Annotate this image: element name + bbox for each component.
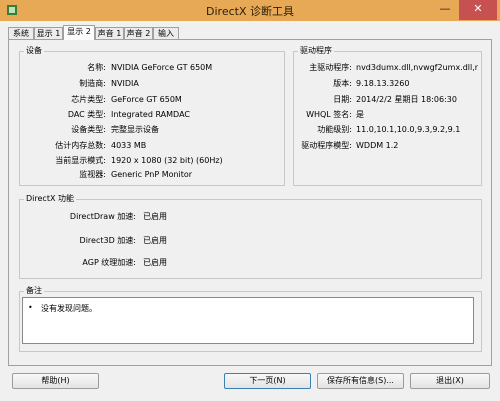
exit-button[interactable]: 退出(X) [410, 373, 490, 389]
tab-display-1[interactable]: 显示 1 [34, 27, 63, 39]
manufacturer-value: NVIDIA [111, 79, 139, 88]
notes-text-area[interactable]: • 没有发现问题。 [22, 297, 474, 344]
device-type-value: 完整显示设备 [111, 125, 159, 134]
chip-type-label: 芯片类型: [71, 95, 106, 104]
monitor-value: Generic PnP Monitor [111, 170, 193, 179]
memory-value: 4033 MB [111, 141, 147, 150]
device-name-label: 名称: [87, 63, 106, 72]
note-bullet: • [28, 303, 33, 312]
feature-level-value: 11.0,10.1,10.0,9.3,9.2,9.1 [356, 125, 461, 134]
monitor-label: 监视器: [79, 170, 106, 179]
notes-group-title: 备注 [24, 285, 44, 296]
window-title: DirectX 诊断工具 [206, 5, 294, 18]
driver-model-label: 驱动程序模型: [301, 141, 352, 150]
whql-value: 是 [356, 110, 364, 119]
direct3d-value: 已启用 [143, 236, 167, 245]
tab-sound-2[interactable]: 声音 2 [124, 27, 153, 39]
tab-display-2[interactable]: 显示 2 [63, 25, 95, 40]
manufacturer-label: 制造商: [79, 79, 106, 88]
tab-input[interactable]: 输入 [153, 27, 179, 39]
title-bar: DirectX 诊断工具 — ✕ [0, 0, 500, 21]
device-group-title: 设备 [24, 45, 44, 56]
close-button[interactable]: ✕ [459, 0, 497, 20]
feature-level-label: 功能级别: [317, 125, 352, 134]
version-label: 版本: [333, 79, 352, 88]
note-item: 没有发现问题。 [41, 304, 97, 313]
dac-type-label: DAC 类型: [67, 110, 106, 119]
display-mode-value: 1920 x 1080 (32 bit) (60Hz) [111, 156, 223, 165]
device-name-value: NVIDIA GeForce GT 650M [111, 63, 213, 72]
drivers-group-title: 驱动程序 [298, 45, 334, 56]
main-driver-label: 主驱动程序: [309, 63, 352, 72]
save-all-info-button[interactable]: 保存所有信息(S)... [317, 373, 404, 389]
date-label: 日期: [333, 95, 352, 104]
agp-label: AGP 纹理加速: [82, 258, 136, 267]
memory-label: 估计内存总数: [55, 141, 106, 150]
driver-model-value: WDDM 1.2 [356, 141, 399, 150]
minimize-button[interactable]: — [432, 0, 458, 20]
tab-system[interactable]: 系统 [8, 27, 34, 39]
agp-value: 已启用 [143, 258, 167, 267]
chip-type-value: GeForce GT 650M [111, 95, 182, 104]
version-value: 9.18.13.3260 [356, 79, 410, 88]
dac-type-value: Integrated RAMDAC [111, 110, 190, 119]
direct3d-label: Direct3D 加速: [79, 236, 136, 245]
directdraw-value: 已启用 [143, 212, 167, 221]
display-mode-label: 当前显示模式: [55, 156, 106, 165]
directdraw-label: DirectDraw 加速: [69, 212, 136, 221]
help-button[interactable]: 帮助(H) [12, 373, 99, 389]
tab-sound-1[interactable]: 声音 1 [95, 27, 124, 39]
device-type-label: 设备类型: [71, 125, 106, 134]
date-value: 2014/2/2 星期日 18:06:30 [356, 95, 457, 104]
next-page-button[interactable]: 下一页(N) [224, 373, 311, 389]
main-driver-value: nvd3dumx.dll,nvwgf2umx.dll,nvwgf2 [356, 63, 478, 72]
whql-label: WHQL 签名: [306, 110, 352, 119]
features-group-title: DirectX 功能 [24, 193, 76, 204]
